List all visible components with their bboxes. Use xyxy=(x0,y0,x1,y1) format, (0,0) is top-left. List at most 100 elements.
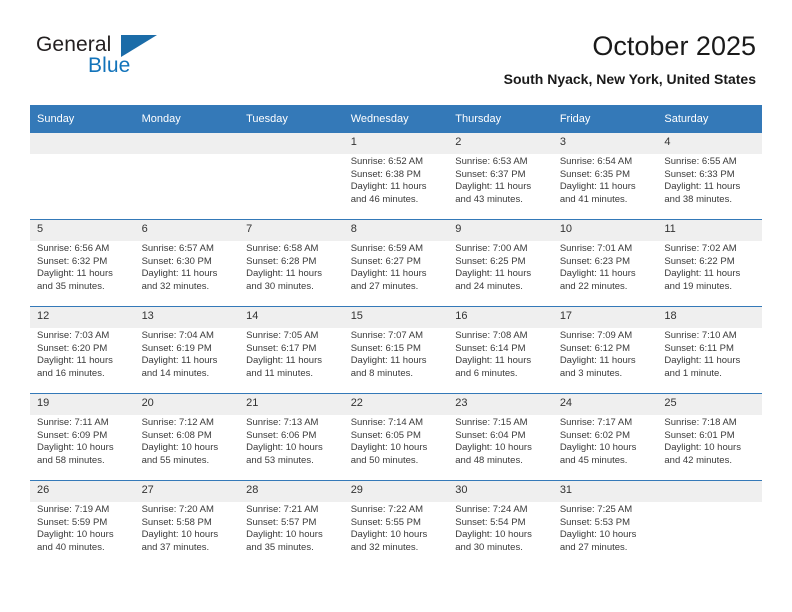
day-cell[interactable]: Sunrise: 7:20 AM Sunset: 5:58 PM Dayligh… xyxy=(134,502,240,567)
day-number[interactable]: 9 xyxy=(448,219,553,241)
day-number[interactable]: 29 xyxy=(343,480,449,502)
day-cell[interactable]: Sunrise: 7:08 AM Sunset: 6:14 PM Dayligh… xyxy=(448,328,553,394)
day-number[interactable]: 8 xyxy=(343,219,449,241)
day-number[interactable] xyxy=(239,133,344,154)
sunrise-text: Sunrise: 6:59 AM xyxy=(350,243,424,254)
day-cell[interactable]: Sunrise: 6:53 AM Sunset: 6:37 PM Dayligh… xyxy=(448,154,553,220)
daylight-text-line2: and 46 minutes. xyxy=(350,193,419,205)
day-number[interactable]: 1 xyxy=(343,133,449,154)
week-row-details: Sunrise: 6:52 AM Sunset: 6:38 PM Dayligh… xyxy=(30,154,762,220)
day-number[interactable]: 30 xyxy=(448,480,553,502)
generalblue-logo[interactable]: General Blue xyxy=(36,33,176,85)
day-number[interactable]: 12 xyxy=(30,306,135,328)
day-cell[interactable] xyxy=(134,154,240,220)
daylight-text-line1: Daylight: 10 hours xyxy=(246,529,323,541)
day-number[interactable] xyxy=(30,133,135,154)
logo-text-blue: Blue xyxy=(88,54,131,77)
day-cell[interactable]: Sunrise: 6:58 AM Sunset: 6:28 PM Dayligh… xyxy=(239,241,344,307)
week-row-daynumbers: 12 13 14 15 16 17 18 xyxy=(30,306,762,328)
day-cell[interactable]: Sunrise: 6:59 AM Sunset: 6:27 PM Dayligh… xyxy=(343,241,449,307)
day-number[interactable]: 31 xyxy=(552,480,658,502)
day-cell[interactable]: Sunrise: 7:04 AM Sunset: 6:19 PM Dayligh… xyxy=(134,328,240,394)
sunset-text: Sunset: 5:53 PM xyxy=(559,516,631,528)
day-number[interactable]: 11 xyxy=(657,219,762,241)
day-number[interactable]: 3 xyxy=(552,133,658,154)
sunrise-text: Sunrise: 6:58 AM xyxy=(246,243,319,254)
day-cell[interactable]: Sunrise: 7:25 AM Sunset: 5:53 PM Dayligh… xyxy=(552,502,658,567)
day-number[interactable]: 14 xyxy=(239,306,344,328)
day-cell[interactable]: Sunrise: 7:21 AM Sunset: 5:57 PM Dayligh… xyxy=(239,502,344,567)
day-cell[interactable]: Sunrise: 7:03 AM Sunset: 6:20 PM Dayligh… xyxy=(30,328,135,394)
daylight-text-line2: and 30 minutes. xyxy=(246,280,314,292)
day-cell[interactable]: Sunrise: 6:56 AM Sunset: 6:32 PM Dayligh… xyxy=(30,241,135,307)
day-cell[interactable]: Sunrise: 6:57 AM Sunset: 6:30 PM Dayligh… xyxy=(134,241,240,307)
day-number[interactable]: 19 xyxy=(30,393,135,415)
day-cell[interactable]: Sunrise: 7:15 AM Sunset: 6:04 PM Dayligh… xyxy=(448,415,553,481)
sunset-text: Sunset: 6:28 PM xyxy=(246,255,317,267)
daylight-text-line2: and 32 minutes. xyxy=(141,280,210,292)
day-number[interactable]: 23 xyxy=(448,393,553,415)
daylight-text-line1: Daylight: 11 hours xyxy=(664,181,741,193)
day-cell[interactable]: Sunrise: 7:17 AM Sunset: 6:02 PM Dayligh… xyxy=(552,415,658,481)
day-cell[interactable]: Sunrise: 7:24 AM Sunset: 5:54 PM Dayligh… xyxy=(448,502,553,567)
sunrise-text: Sunrise: 7:15 AM xyxy=(455,417,528,428)
day-cell[interactable]: Sunrise: 7:22 AM Sunset: 5:55 PM Dayligh… xyxy=(343,502,449,567)
day-cell[interactable]: Sunrise: 7:02 AM Sunset: 6:22 PM Dayligh… xyxy=(657,241,762,307)
day-cell[interactable]: Sunrise: 7:05 AM Sunset: 6:17 PM Dayligh… xyxy=(239,328,344,394)
day-number[interactable]: 22 xyxy=(343,393,449,415)
day-number[interactable]: 17 xyxy=(552,306,658,328)
day-cell[interactable] xyxy=(30,154,135,220)
day-cell[interactable]: Sunrise: 7:00 AM Sunset: 6:25 PM Dayligh… xyxy=(448,241,553,307)
day-number[interactable]: 7 xyxy=(239,219,344,241)
sunset-text: Sunset: 6:17 PM xyxy=(246,342,317,354)
daylight-text-line2: and 14 minutes. xyxy=(141,367,210,379)
sunset-text: Sunset: 6:14 PM xyxy=(455,342,526,354)
week-row-details: Sunrise: 7:03 AM Sunset: 6:20 PM Dayligh… xyxy=(30,328,762,394)
day-number[interactable]: 5 xyxy=(30,219,135,241)
day-number[interactable]: 13 xyxy=(134,306,240,328)
day-number[interactable]: 2 xyxy=(448,133,553,154)
day-number[interactable] xyxy=(134,133,240,154)
day-cell[interactable]: Sunrise: 7:07 AM Sunset: 6:15 PM Dayligh… xyxy=(343,328,449,394)
daylight-text-line1: Daylight: 11 hours xyxy=(559,268,636,280)
daylight-text-line1: Daylight: 11 hours xyxy=(37,268,113,280)
day-number[interactable]: 21 xyxy=(239,393,344,415)
page-header: General Blue October 2025 South Nyack, N… xyxy=(0,0,792,100)
daylight-text-line1: Daylight: 10 hours xyxy=(455,442,532,454)
day-number[interactable]: 25 xyxy=(657,393,762,415)
day-cell[interactable]: Sunrise: 7:18 AM Sunset: 6:01 PM Dayligh… xyxy=(657,415,762,481)
day-cell[interactable] xyxy=(657,502,762,567)
day-number[interactable]: 20 xyxy=(134,393,240,415)
day-number[interactable] xyxy=(657,480,762,502)
day-number[interactable]: 16 xyxy=(448,306,553,328)
day-number[interactable]: 24 xyxy=(552,393,658,415)
sunrise-text: Sunrise: 7:18 AM xyxy=(664,417,737,428)
day-cell[interactable]: Sunrise: 7:13 AM Sunset: 6:06 PM Dayligh… xyxy=(239,415,344,481)
day-number[interactable]: 27 xyxy=(134,480,240,502)
daylight-text-line2: and 50 minutes. xyxy=(350,454,419,466)
day-cell[interactable]: Sunrise: 6:55 AM Sunset: 6:33 PM Dayligh… xyxy=(657,154,762,220)
daylight-text-line2: and 38 minutes. xyxy=(664,193,732,205)
day-cell[interactable]: Sunrise: 7:19 AM Sunset: 5:59 PM Dayligh… xyxy=(30,502,135,567)
sunrise-text: Sunrise: 6:55 AM xyxy=(664,156,737,167)
day-cell[interactable]: Sunrise: 7:01 AM Sunset: 6:23 PM Dayligh… xyxy=(552,241,658,307)
daylight-text-line2: and 41 minutes. xyxy=(559,193,628,205)
day-cell[interactable]: Sunrise: 7:12 AM Sunset: 6:08 PM Dayligh… xyxy=(134,415,240,481)
day-cell[interactable]: Sunrise: 7:14 AM Sunset: 6:05 PM Dayligh… xyxy=(343,415,449,481)
sunset-text: Sunset: 6:02 PM xyxy=(559,429,631,441)
day-cell[interactable]: Sunrise: 6:52 AM Sunset: 6:38 PM Dayligh… xyxy=(343,154,449,220)
day-cell[interactable]: Sunrise: 7:10 AM Sunset: 6:11 PM Dayligh… xyxy=(657,328,762,394)
day-number[interactable]: 4 xyxy=(657,133,762,154)
day-number[interactable]: 15 xyxy=(343,306,449,328)
day-cell[interactable]: Sunrise: 7:11 AM Sunset: 6:09 PM Dayligh… xyxy=(30,415,135,481)
day-number[interactable]: 10 xyxy=(552,219,658,241)
day-cell[interactable]: Sunrise: 7:09 AM Sunset: 6:12 PM Dayligh… xyxy=(552,328,658,394)
day-cell[interactable]: Sunrise: 6:54 AM Sunset: 6:35 PM Dayligh… xyxy=(552,154,658,220)
day-number[interactable]: 6 xyxy=(134,219,240,241)
sunset-text: Sunset: 6:12 PM xyxy=(559,342,631,354)
day-cell[interactable] xyxy=(239,154,344,220)
daylight-text-line2: and 22 minutes. xyxy=(559,280,628,292)
day-number[interactable]: 26 xyxy=(30,480,135,502)
day-number[interactable]: 28 xyxy=(239,480,344,502)
day-number[interactable]: 18 xyxy=(657,306,762,328)
